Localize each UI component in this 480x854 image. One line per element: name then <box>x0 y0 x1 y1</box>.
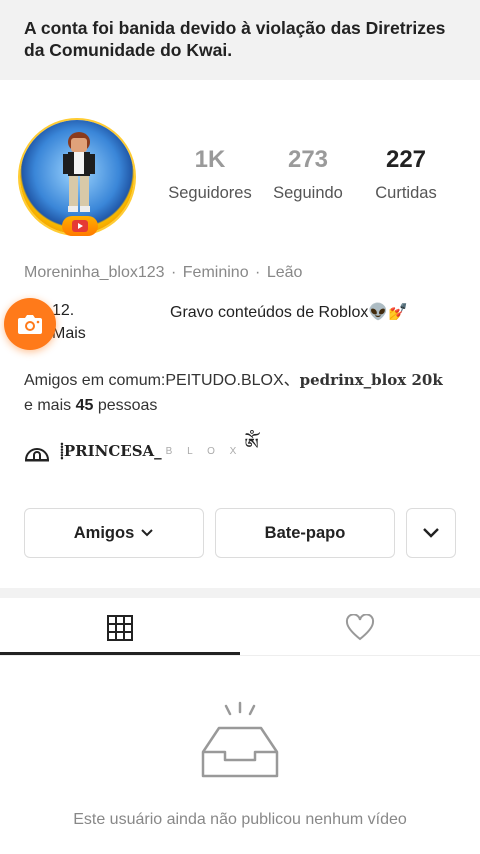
linked-account-light-text: B L O X <box>165 445 243 457</box>
following-label: Seguindo <box>273 184 343 202</box>
gender: Feminino <box>182 264 249 281</box>
roblox-character-image <box>63 132 95 212</box>
linked-account-name: ⸽PRINCESA_ <box>60 442 162 460</box>
mutual-friend-1: PEITUDO.BLOX、 <box>165 372 300 389</box>
heart-icon <box>345 614 375 641</box>
mutual-prefix: Amigos em comum: <box>24 372 166 389</box>
following-stat[interactable]: 273 Seguindo <box>258 146 358 203</box>
grid-icon <box>107 615 133 641</box>
profile-avatar[interactable] <box>18 118 138 238</box>
live-badge-icon <box>62 216 98 236</box>
followers-stat[interactable]: 1K Seguidores <box>160 146 260 203</box>
camera-icon <box>18 315 42 334</box>
empty-inbox-icon <box>201 701 279 778</box>
bio-more-link[interactable]: Mais <box>52 325 472 343</box>
tab-videos[interactable] <box>0 600 240 656</box>
ban-notice-banner: A conta foi banida devido à violação das… <box>0 0 480 80</box>
username: Moreninha_blox123 <box>24 264 165 281</box>
mutual-count: 45 <box>75 397 94 414</box>
following-count: 273 <box>287 146 329 173</box>
meta-separator: · <box>171 264 177 281</box>
mutual-more-prefix: e mais <box>24 397 76 414</box>
empty-state <box>0 700 480 785</box>
empty-state-text: Este usuário ainda não publicou nenhum v… <box>73 811 407 828</box>
followers-label: Seguidores <box>168 184 252 202</box>
linked-account-row[interactable]: ⸽PRINCESA_ B L O X ༀ <box>24 435 259 466</box>
mutual-suffix: pessoas <box>93 397 158 414</box>
mutual-friends[interactable]: Amigos em comum:PEITUDO.BLOX、pedrinx_blo… <box>24 368 464 418</box>
flourish-icon: ༀ <box>244 435 259 455</box>
chevron-down-icon <box>141 529 153 537</box>
friends-button[interactable]: Amigos <box>24 508 204 558</box>
content-tabs <box>0 600 480 656</box>
zodiac-sign: Leão <box>266 264 303 281</box>
bio-text-left: 12. <box>52 302 75 319</box>
active-tab-indicator <box>0 652 240 655</box>
camera-button[interactable] <box>4 298 56 350</box>
chat-button-label: Bate-papo <box>264 523 346 542</box>
profile-meta-line: Moreninha_blox123 · Feminino · Leão <box>24 264 304 282</box>
followers-count: 1K <box>194 146 226 173</box>
chevron-down-icon <box>423 528 439 538</box>
igloo-icon <box>24 448 50 462</box>
likes-label: Curtidas <box>375 184 437 202</box>
profile-bio: 12. Gravo conteúdos de Roblox👽💅 Mais <box>52 302 472 343</box>
likes-count: 227 <box>385 146 427 173</box>
section-divider <box>0 588 480 598</box>
meta-separator: · <box>255 264 261 281</box>
likes-stat[interactable]: 227 Curtidas <box>356 146 456 203</box>
tab-liked[interactable] <box>240 600 480 656</box>
ban-notice-text: A conta foi banida devido à violação das… <box>24 18 446 60</box>
more-options-button[interactable] <box>406 508 456 558</box>
friends-button-label: Amigos <box>73 523 135 542</box>
bio-text-right: Gravo conteúdos de Roblox👽💅 <box>170 304 409 321</box>
profile-stats: 1K Seguidores 273 Seguindo 227 Curtidas <box>158 146 458 210</box>
mutual-friend-2: pedrinx_blox 20k <box>299 371 443 389</box>
chat-button[interactable]: Bate-papo <box>215 508 395 558</box>
